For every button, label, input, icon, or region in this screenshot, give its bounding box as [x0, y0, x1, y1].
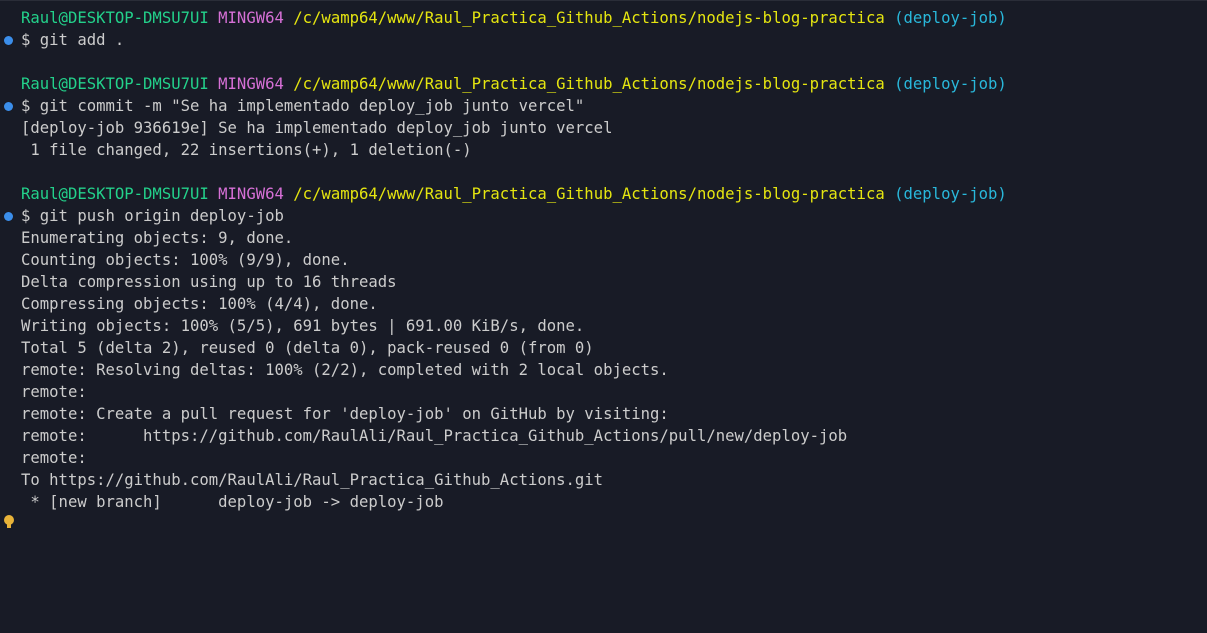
output-line: Delta compression using up to 16 threads	[21, 273, 397, 291]
command-text: $ git commit -m "Se ha implementado depl…	[21, 97, 585, 115]
prompt-host: MINGW64	[218, 185, 284, 203]
command-text: $ git push origin deploy-job	[21, 207, 284, 225]
output-line: Total 5 (delta 2), reused 0 (delta 0), p…	[21, 339, 594, 357]
output-line: [deploy-job 936619e] Se ha implementado …	[21, 119, 613, 137]
prompt-user: Raul@DESKTOP-DMSU7UI	[21, 185, 209, 203]
command-success-dot-icon[interactable]	[4, 102, 13, 111]
output-line: 1 file changed, 22 insertions(+), 1 dele…	[21, 141, 472, 159]
output-line: Compressing objects: 100% (4/4), done.	[21, 295, 378, 313]
active-prompt-line[interactable]	[0, 513, 1207, 535]
output-line: Counting objects: 100% (9/9), done.	[21, 251, 350, 269]
output-line: remote: Resolving deltas: 100% (2/2), co…	[21, 361, 669, 379]
output-line: Enumerating objects: 9, done.	[21, 229, 294, 247]
lightbulb-icon[interactable]	[4, 515, 14, 528]
command-success-dot-icon[interactable]	[4, 36, 13, 45]
prompt-line: Raul@DESKTOP-DMSU7UI MINGW64 /c/wamp64/w…	[0, 183, 1207, 205]
prompt-user: Raul@DESKTOP-DMSU7UI	[21, 75, 209, 93]
output-line-link[interactable]: remote: https://github.com/RaulAli/Raul_…	[0, 425, 1207, 447]
output-line-link[interactable]: To https://github.com/RaulAli/Raul_Pract…	[0, 469, 1207, 491]
output-line: Writing objects: 100% (5/5), 691 bytes |…	[21, 317, 585, 335]
command-line: $ git push origin deploy-job	[0, 205, 1207, 227]
command-line: $ git commit -m "Se ha implementado depl…	[0, 95, 1207, 117]
output-line: * [new branch] deploy-job -> deploy-job	[21, 493, 444, 511]
prompt-branch: (deploy-job)	[894, 75, 1007, 93]
command-line: $ git add .	[0, 29, 1207, 51]
prompt-host: MINGW64	[218, 9, 284, 27]
prompt-path: /c/wamp64/www/Raul_Practica_Github_Actio…	[293, 185, 885, 203]
prompt-path: /c/wamp64/www/Raul_Practica_Github_Actio…	[293, 75, 885, 93]
output-line: remote:	[21, 383, 87, 401]
prompt-path: /c/wamp64/www/Raul_Practica_Github_Actio…	[293, 9, 885, 27]
terminal-window[interactable]: Raul@DESKTOP-DMSU7UI MINGW64 /c/wamp64/w…	[0, 0, 1207, 633]
prompt-user: Raul@DESKTOP-DMSU7UI	[21, 9, 209, 27]
command-text: $ git add .	[21, 31, 125, 49]
prompt-line: Raul@DESKTOP-DMSU7UI MINGW64 /c/wamp64/w…	[0, 7, 1207, 29]
prompt-line: Raul@DESKTOP-DMSU7UI MINGW64 /c/wamp64/w…	[0, 73, 1207, 95]
output-line: remote: Create a pull request for 'deplo…	[21, 405, 669, 423]
output-line: remote:	[21, 449, 87, 467]
prompt-branch: (deploy-job)	[894, 185, 1007, 203]
prompt-branch: (deploy-job)	[894, 9, 1007, 27]
command-success-dot-icon[interactable]	[4, 212, 13, 221]
prompt-host: MINGW64	[218, 75, 284, 93]
